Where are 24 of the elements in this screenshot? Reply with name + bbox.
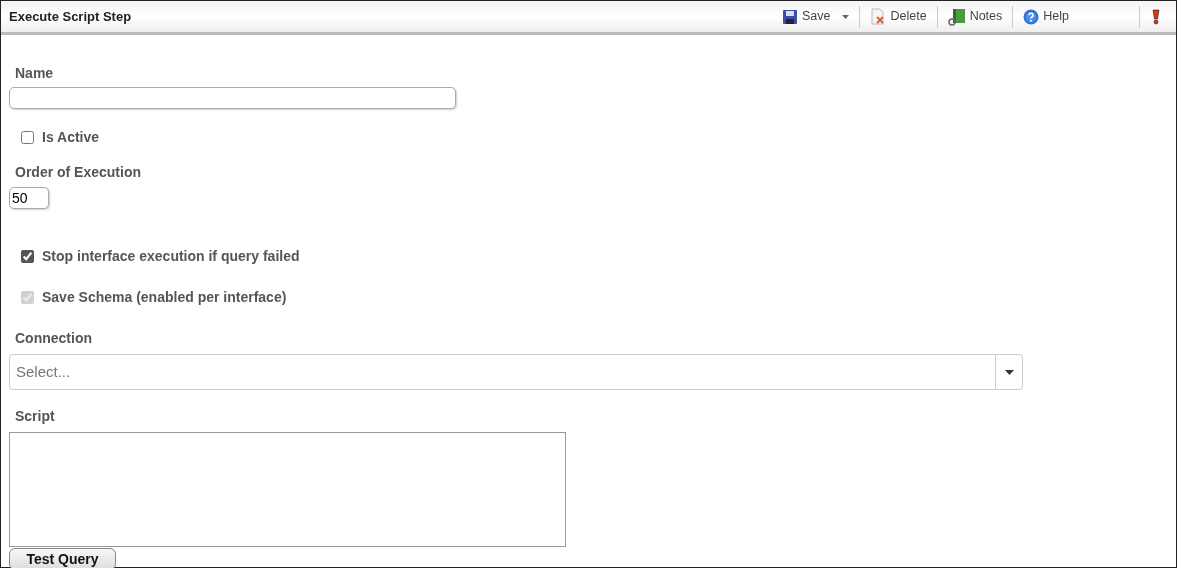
notebook-icon (947, 7, 966, 26)
checkbox-label: Stop interface execution if query failed (42, 247, 300, 266)
script-field[interactable] (9, 432, 566, 547)
checkbox-label: Is Active (42, 128, 100, 147)
connection-label: Connection (15, 329, 92, 348)
name-label: Name (15, 64, 54, 83)
name-field[interactable] (9, 87, 456, 109)
order-label: Order of Execution (15, 163, 142, 182)
checkbox[interactable] (21, 250, 34, 263)
script-label: Script (15, 407, 55, 426)
checkbox[interactable] (21, 131, 34, 144)
caret-icon (1004, 369, 1014, 375)
test-query-button[interactable]: Test Query (9, 548, 116, 568)
notes-button[interactable]: Notes (937, 3, 1013, 30)
window-title: Execute Script Step (9, 7, 132, 26)
save-button[interactable]: Save (772, 3, 860, 30)
order-field[interactable]: 50 (9, 187, 49, 209)
delete-button[interactable]: Delete (860, 3, 937, 30)
help-icon (1023, 8, 1040, 25)
help-button[interactable]: Help (1013, 3, 1079, 30)
caret-icon (842, 14, 850, 19)
document-delete-icon (870, 8, 887, 25)
checkbox-label: Save Schema (enabled per interface) (42, 288, 287, 307)
alert-icon (1152, 8, 1160, 25)
